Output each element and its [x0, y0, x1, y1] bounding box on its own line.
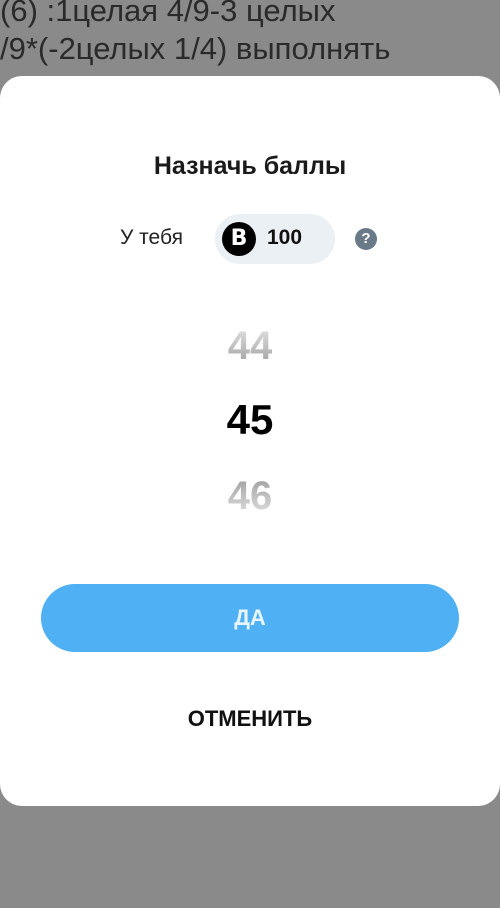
picker-option-selected[interactable]: 45 [0, 396, 500, 444]
background-line: (6) :1целая 4/9-3 целых [0, 0, 336, 28]
balance-label: У тебя [120, 226, 183, 249]
points-coin-icon: B [222, 222, 256, 256]
points-picker[interactable]: 44 45 46 [0, 314, 500, 524]
picker-option-next[interactable]: 46 [0, 474, 500, 519]
help-icon[interactable]: ? [355, 228, 377, 250]
dialog-title: Назначь баллы [153, 152, 347, 180]
cancel-button[interactable]: ОТМЕНИТЬ [0, 706, 500, 732]
picker-option-previous[interactable]: 44 [0, 324, 500, 369]
balance-row: У тебя B 100 ? [0, 214, 500, 264]
background-line: /9*(-2целых 1/4) выполнять [0, 31, 391, 66]
balance-pill: B 100 [215, 214, 335, 264]
background-question-text: (6) :1целая 4/9-3 целых /9*(-2целых 1/4)… [0, 0, 500, 68]
balance-value: 100 [267, 226, 303, 249]
confirm-button[interactable]: ДА [41, 584, 459, 652]
assign-points-dialog: Назначь баллы У тебя B 100 ? 44 45 46 ДА… [0, 76, 500, 806]
